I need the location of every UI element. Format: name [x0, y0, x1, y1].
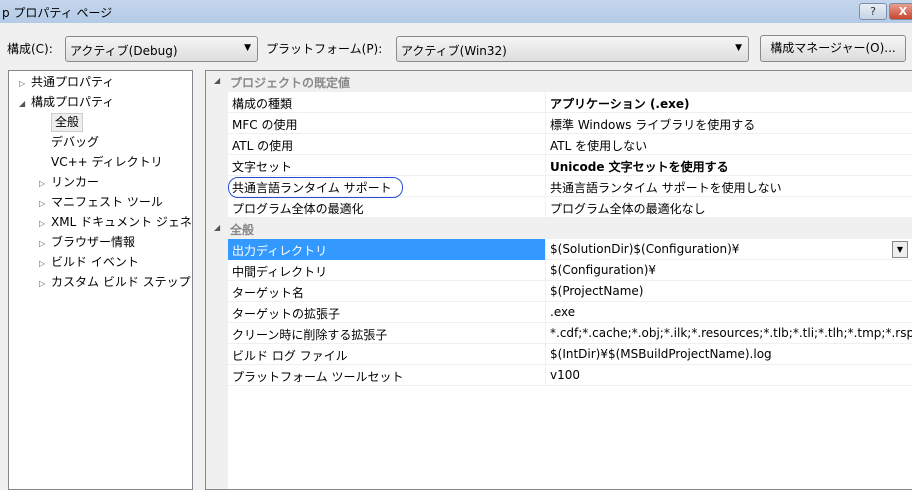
tree-item[interactable]: ◢ 構成プロパティ: [19, 92, 114, 112]
property-value[interactable]: $(SolutionDir)$(Configuration)¥: [546, 239, 743, 260]
expander-icon[interactable]: ▷: [39, 174, 51, 194]
property-name: クリーン時に削除する拡張子: [228, 323, 546, 344]
config-label: 構成(C):: [7, 42, 53, 56]
tree-item[interactable]: ▷ マニフェスト ツール: [39, 192, 163, 212]
tree-item[interactable]: 全般: [51, 112, 84, 132]
expander-icon[interactable]: ▷: [19, 74, 31, 94]
property-row[interactable]: ターゲット名 $(ProjectName): [206, 281, 912, 302]
property-row[interactable]: ATL の使用 ATL を使用しない: [206, 134, 912, 155]
property-value[interactable]: ATL を使用しない: [546, 134, 651, 155]
config-select[interactable]: アクティブ(Debug) ▼: [65, 36, 258, 62]
expander-icon[interactable]: ▷: [39, 234, 51, 254]
property-value[interactable]: .exe: [546, 302, 579, 323]
property-row[interactable]: 出力ディレクトリ $(SolutionDir)$(Configuration)¥ ▼: [206, 239, 912, 260]
property-value[interactable]: Unicode 文字セットを使用する: [546, 155, 733, 176]
expander-icon[interactable]: ▷: [39, 254, 51, 274]
tree-item-label: リンカー: [51, 175, 100, 189]
expander-icon[interactable]: ▷: [39, 274, 51, 294]
property-value[interactable]: 標準 Windows ライブラリを使用する: [546, 113, 759, 134]
tree-item-label: カスタム ビルド ステップ: [51, 275, 191, 289]
tree-item[interactable]: ▷ ビルド イベント: [39, 252, 139, 272]
expander-icon[interactable]: ◢: [19, 94, 31, 114]
property-row[interactable]: 文字セット Unicode 文字セットを使用する: [206, 155, 912, 176]
property-name: MFC の使用: [228, 113, 546, 134]
tree-item[interactable]: デバッグ: [51, 132, 99, 152]
tree-item[interactable]: ▷ ブラウザー情報: [39, 232, 135, 252]
group-header[interactable]: ◢ プロジェクトの既定値: [206, 71, 912, 92]
property-name: ビルド ログ ファイル: [228, 344, 546, 365]
property-name: ATL の使用: [228, 134, 546, 155]
tree-item-label: 全般: [51, 113, 84, 132]
property-value[interactable]: v100: [546, 365, 584, 386]
property-name: ターゲットの拡張子: [228, 302, 546, 323]
property-name: 中間ディレクトリ: [228, 260, 546, 281]
group-header[interactable]: ◢ 全般: [206, 218, 912, 239]
tree-item[interactable]: VC++ ディレクトリ: [51, 152, 163, 172]
expander-icon[interactable]: ▷: [39, 214, 51, 234]
property-row[interactable]: MFC の使用 標準 Windows ライブラリを使用する: [206, 113, 912, 134]
config-manager-button[interactable]: 構成マネージャー(O)...: [760, 35, 906, 62]
property-name: 出力ディレクトリ: [228, 239, 546, 260]
tree-item-label: XML ドキュメント ジェネ: [51, 215, 192, 229]
property-value[interactable]: $(Configuration)¥: [546, 260, 660, 281]
dropdown-button[interactable]: ▼: [892, 241, 908, 258]
property-row[interactable]: プラットフォーム ツールセット v100: [206, 365, 912, 386]
tree-item-label: 共通プロパティ: [31, 75, 115, 89]
config-value: アクティブ(Debug): [70, 44, 178, 58]
property-name: 構成の種類: [228, 92, 546, 113]
property-row[interactable]: クリーン時に削除する拡張子 *.cdf;*.cache;*.obj;*.ilk;*…: [206, 323, 912, 344]
property-name: プログラム全体の最適化: [228, 197, 546, 218]
highlight-ellipse: [228, 177, 403, 198]
chevron-down-icon: ▼: [244, 43, 251, 53]
property-value[interactable]: プログラム全体の最適化なし: [546, 197, 710, 218]
platform-select[interactable]: アクティブ(Win32) ▼: [396, 36, 749, 62]
property-row[interactable]: プログラム全体の最適化 プログラム全体の最適化なし: [206, 197, 912, 218]
property-row[interactable]: ビルド ログ ファイル $(IntDir)¥$(MSBuildProjectNam…: [206, 344, 912, 365]
property-tree[interactable]: ▷ 共通プロパティ ◢ 構成プロパティ 全般 デバッグ VC++ ディレクトリ ▷ リンカー ▷ マ…: [8, 70, 193, 490]
tree-item[interactable]: ▷ XML ドキュメント ジェネ: [39, 212, 192, 232]
collapse-icon[interactable]: ◢: [214, 76, 220, 85]
tree-item-label: デバッグ: [51, 135, 100, 149]
tree-item[interactable]: ▷ リンカー: [39, 172, 99, 192]
close-button[interactable]: X: [889, 3, 912, 20]
property-row[interactable]: ターゲットの拡張子 .exe: [206, 302, 912, 323]
property-value[interactable]: *.cdf;*.cache;*.obj;*.ilk;*.resources;*.…: [546, 323, 912, 344]
tree-item-label: ビルド イベント: [51, 255, 139, 269]
property-row[interactable]: 中間ディレクトリ $(Configuration)¥: [206, 260, 912, 281]
property-value[interactable]: $(IntDir)¥$(MSBuildProjectName).log: [546, 344, 776, 365]
tree-item-label: マニフェスト ツール: [51, 195, 163, 209]
property-name: プラットフォーム ツールセット: [228, 365, 546, 386]
tree-item-label: VC++ ディレクトリ: [51, 155, 163, 169]
property-value[interactable]: $(ProjectName): [546, 281, 647, 302]
group-title: 全般: [230, 223, 255, 237]
group-title: プロジェクトの既定値: [230, 76, 351, 90]
platform-label: プラットフォーム(P):: [266, 42, 383, 56]
platform-value: アクティブ(Win32): [401, 44, 507, 58]
help-button[interactable]: ?: [859, 3, 887, 20]
window-title: p プロパティ ページ: [2, 6, 113, 20]
property-name: ターゲット名: [228, 281, 546, 302]
property-value[interactable]: アプリケーション (.exe): [546, 92, 693, 113]
tree-item[interactable]: ▷ 共通プロパティ: [19, 72, 114, 92]
property-row[interactable]: 構成の種類 アプリケーション (.exe): [206, 92, 912, 113]
tree-item-label: ブラウザー情報: [51, 235, 136, 249]
expander-icon[interactable]: ▷: [39, 194, 51, 214]
property-name: 文字セット: [228, 155, 546, 176]
property-grid[interactable]: ◢ プロジェクトの既定値構成の種類 アプリケーション (.exe) MFC の使用 標準…: [205, 70, 912, 490]
tree-item-label: 構成プロパティ: [31, 95, 115, 109]
chevron-down-icon: ▼: [735, 43, 742, 53]
property-value[interactable]: 共通言語ランタイム サポートを使用しない: [546, 176, 786, 197]
tree-item[interactable]: ▷ カスタム ビルド ステップ: [39, 272, 191, 292]
title-bar: p プロパティ ページ ? X: [0, 0, 912, 23]
collapse-icon[interactable]: ◢: [214, 223, 220, 232]
